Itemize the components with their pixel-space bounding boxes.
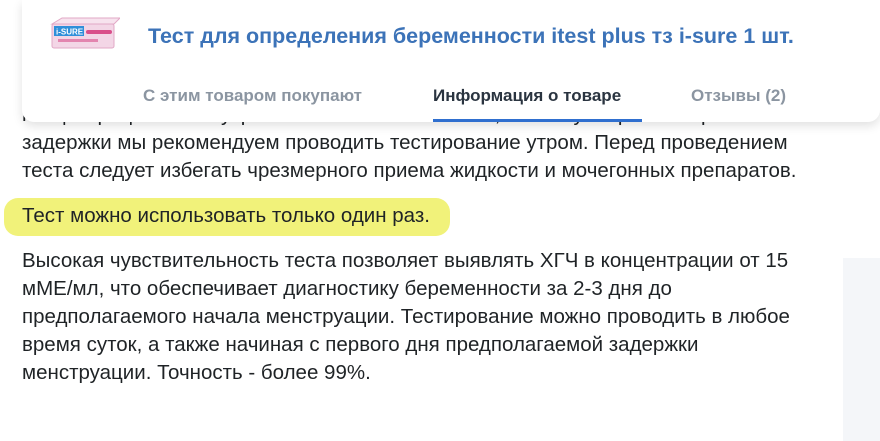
product-tabs: С этим товаром покупают Информация о тов… xyxy=(22,86,880,122)
description-paragraph-2: Высокая чувствительность теста позволяет… xyxy=(22,249,790,384)
product-box-icon: i-SURE xyxy=(50,17,122,49)
product-title[interactable]: Тест для определения беременности itest … xyxy=(148,24,794,49)
sticky-product-header: i-SURE Тест для определения беременности… xyxy=(22,0,880,122)
brand-text: i-SURE xyxy=(56,28,84,37)
tab-also-bought[interactable]: С этим товаром покупают xyxy=(143,86,362,106)
tab-product-info[interactable]: Информация о товаре xyxy=(433,86,621,106)
product-thumbnail[interactable]: i-SURE xyxy=(48,14,122,58)
highlighted-note-wrap: Тест можно использовать только один раз. xyxy=(4,185,822,247)
tab-reviews[interactable]: Отзывы (2) xyxy=(691,86,786,106)
active-tab-indicator xyxy=(433,119,642,122)
highlighted-note: Тест можно использовать только один раз. xyxy=(4,198,450,236)
product-description: концентрация ХГЧ в утренней моче максима… xyxy=(4,101,822,387)
right-gutter-panel xyxy=(843,258,880,441)
